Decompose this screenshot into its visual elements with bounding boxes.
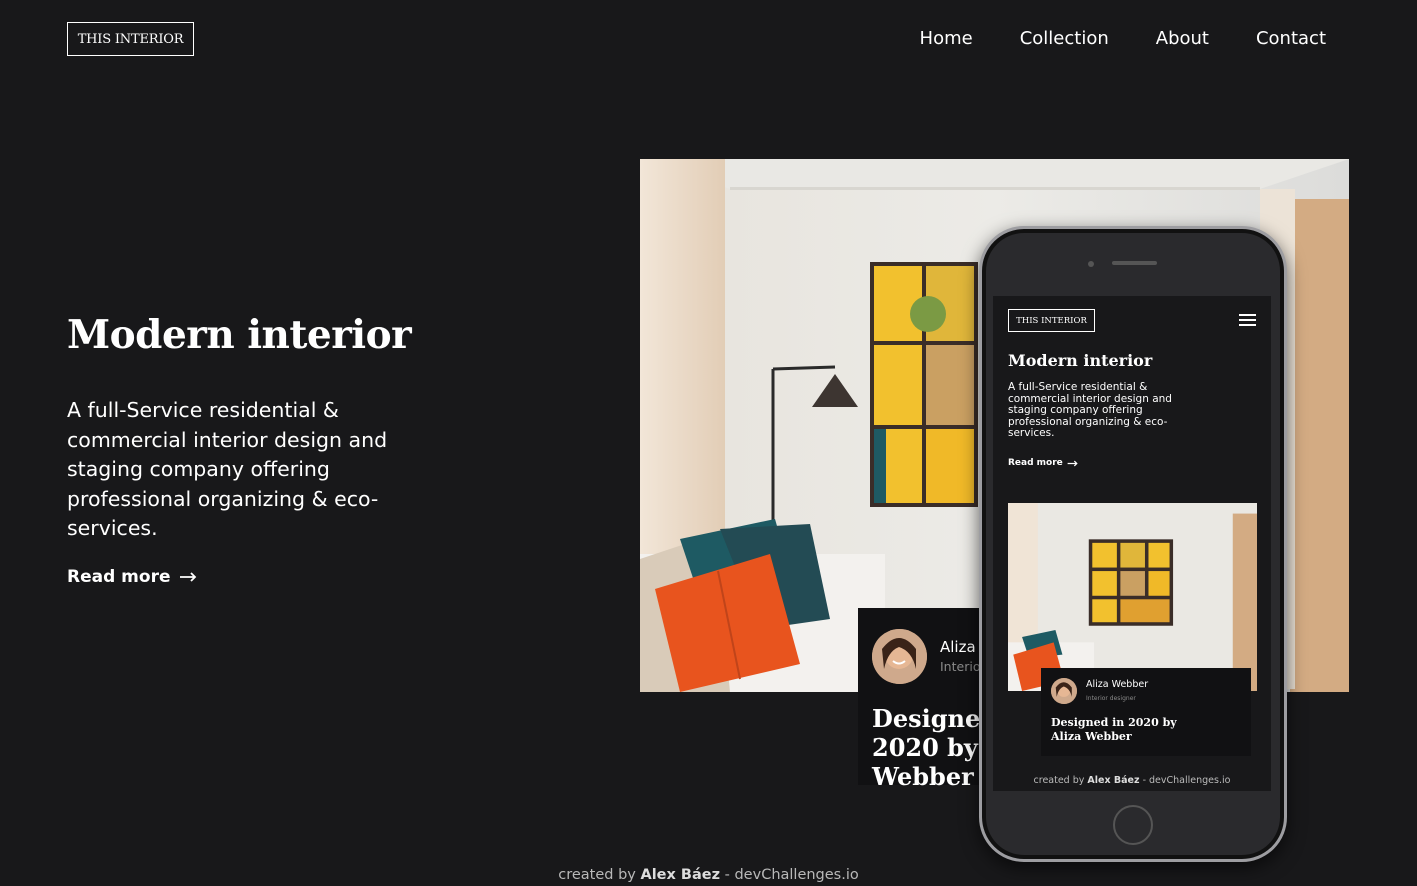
credit-suffix: - devChallenges.io: [724, 867, 859, 883]
avatar: [872, 629, 927, 684]
nav-home[interactable]: Home: [920, 28, 973, 49]
phone-screen: THIS INTERIOR Modern interior A full-Ser…: [993, 296, 1271, 791]
mobile-avatar: [1051, 678, 1077, 704]
nav-about[interactable]: About: [1156, 28, 1209, 49]
arrow-right-icon: [1067, 460, 1078, 466]
credit-prefix: created by: [558, 867, 636, 883]
mobile-credit: created by Alex Báez - devChallenges.io: [993, 775, 1271, 786]
nav-collection[interactable]: Collection: [1020, 28, 1109, 49]
nav-contact[interactable]: Contact: [1256, 28, 1326, 49]
phone-mockup: THIS INTERIOR Modern interior A full-Ser…: [979, 226, 1287, 862]
mobile-logo-text: THIS INTERIOR: [1016, 315, 1087, 326]
mobile-read-more-link[interactable]: Read more: [1008, 458, 1078, 468]
mobile-hero-title: Modern interior: [1008, 351, 1153, 370]
credit-author: Alex Báez: [640, 867, 721, 883]
mobile-designed-by-title: Designed in 2020 by Aliza Webber: [1051, 716, 1177, 743]
phone-camera: [1088, 261, 1094, 267]
arrow-right-icon: [179, 572, 196, 582]
mobile-designer-role: Interior designer: [1086, 695, 1136, 702]
phone-speaker: [1112, 261, 1157, 265]
mobile-logo[interactable]: THIS INTERIOR: [1008, 309, 1095, 332]
footer-credit: created by Alex Báez - devChallenges.io: [0, 867, 1417, 883]
read-more-label: Read more: [67, 567, 171, 587]
phone-home-button: [1113, 805, 1153, 845]
hero-description: A full-Service residential & commercial …: [67, 398, 388, 540]
mobile-credit-prefix: created by: [1033, 775, 1085, 786]
mobile-designer-name: Aliza Webber: [1086, 679, 1149, 690]
logo[interactable]: THIS INTERIOR: [67, 22, 194, 56]
hamburger-menu-icon[interactable]: [1239, 314, 1256, 329]
logo-text: THIS INTERIOR: [77, 31, 184, 47]
mobile-credit-suffix: - devChallenges.io: [1142, 775, 1231, 786]
hero-title: Modern interior: [67, 312, 412, 358]
mobile-read-more-label: Read more: [1008, 458, 1063, 468]
main-nav: Home Collection About Contact: [920, 28, 1326, 49]
mobile-hero-description: A full-Service residential & commercial …: [1008, 381, 1172, 439]
mobile-credit-author: Alex Báez: [1087, 775, 1140, 786]
mobile-hero-image: [1008, 503, 1257, 691]
read-more-link[interactable]: Read more: [67, 567, 197, 587]
mobile-designer-card: Aliza Webber Interior designer Designed …: [1041, 668, 1251, 756]
